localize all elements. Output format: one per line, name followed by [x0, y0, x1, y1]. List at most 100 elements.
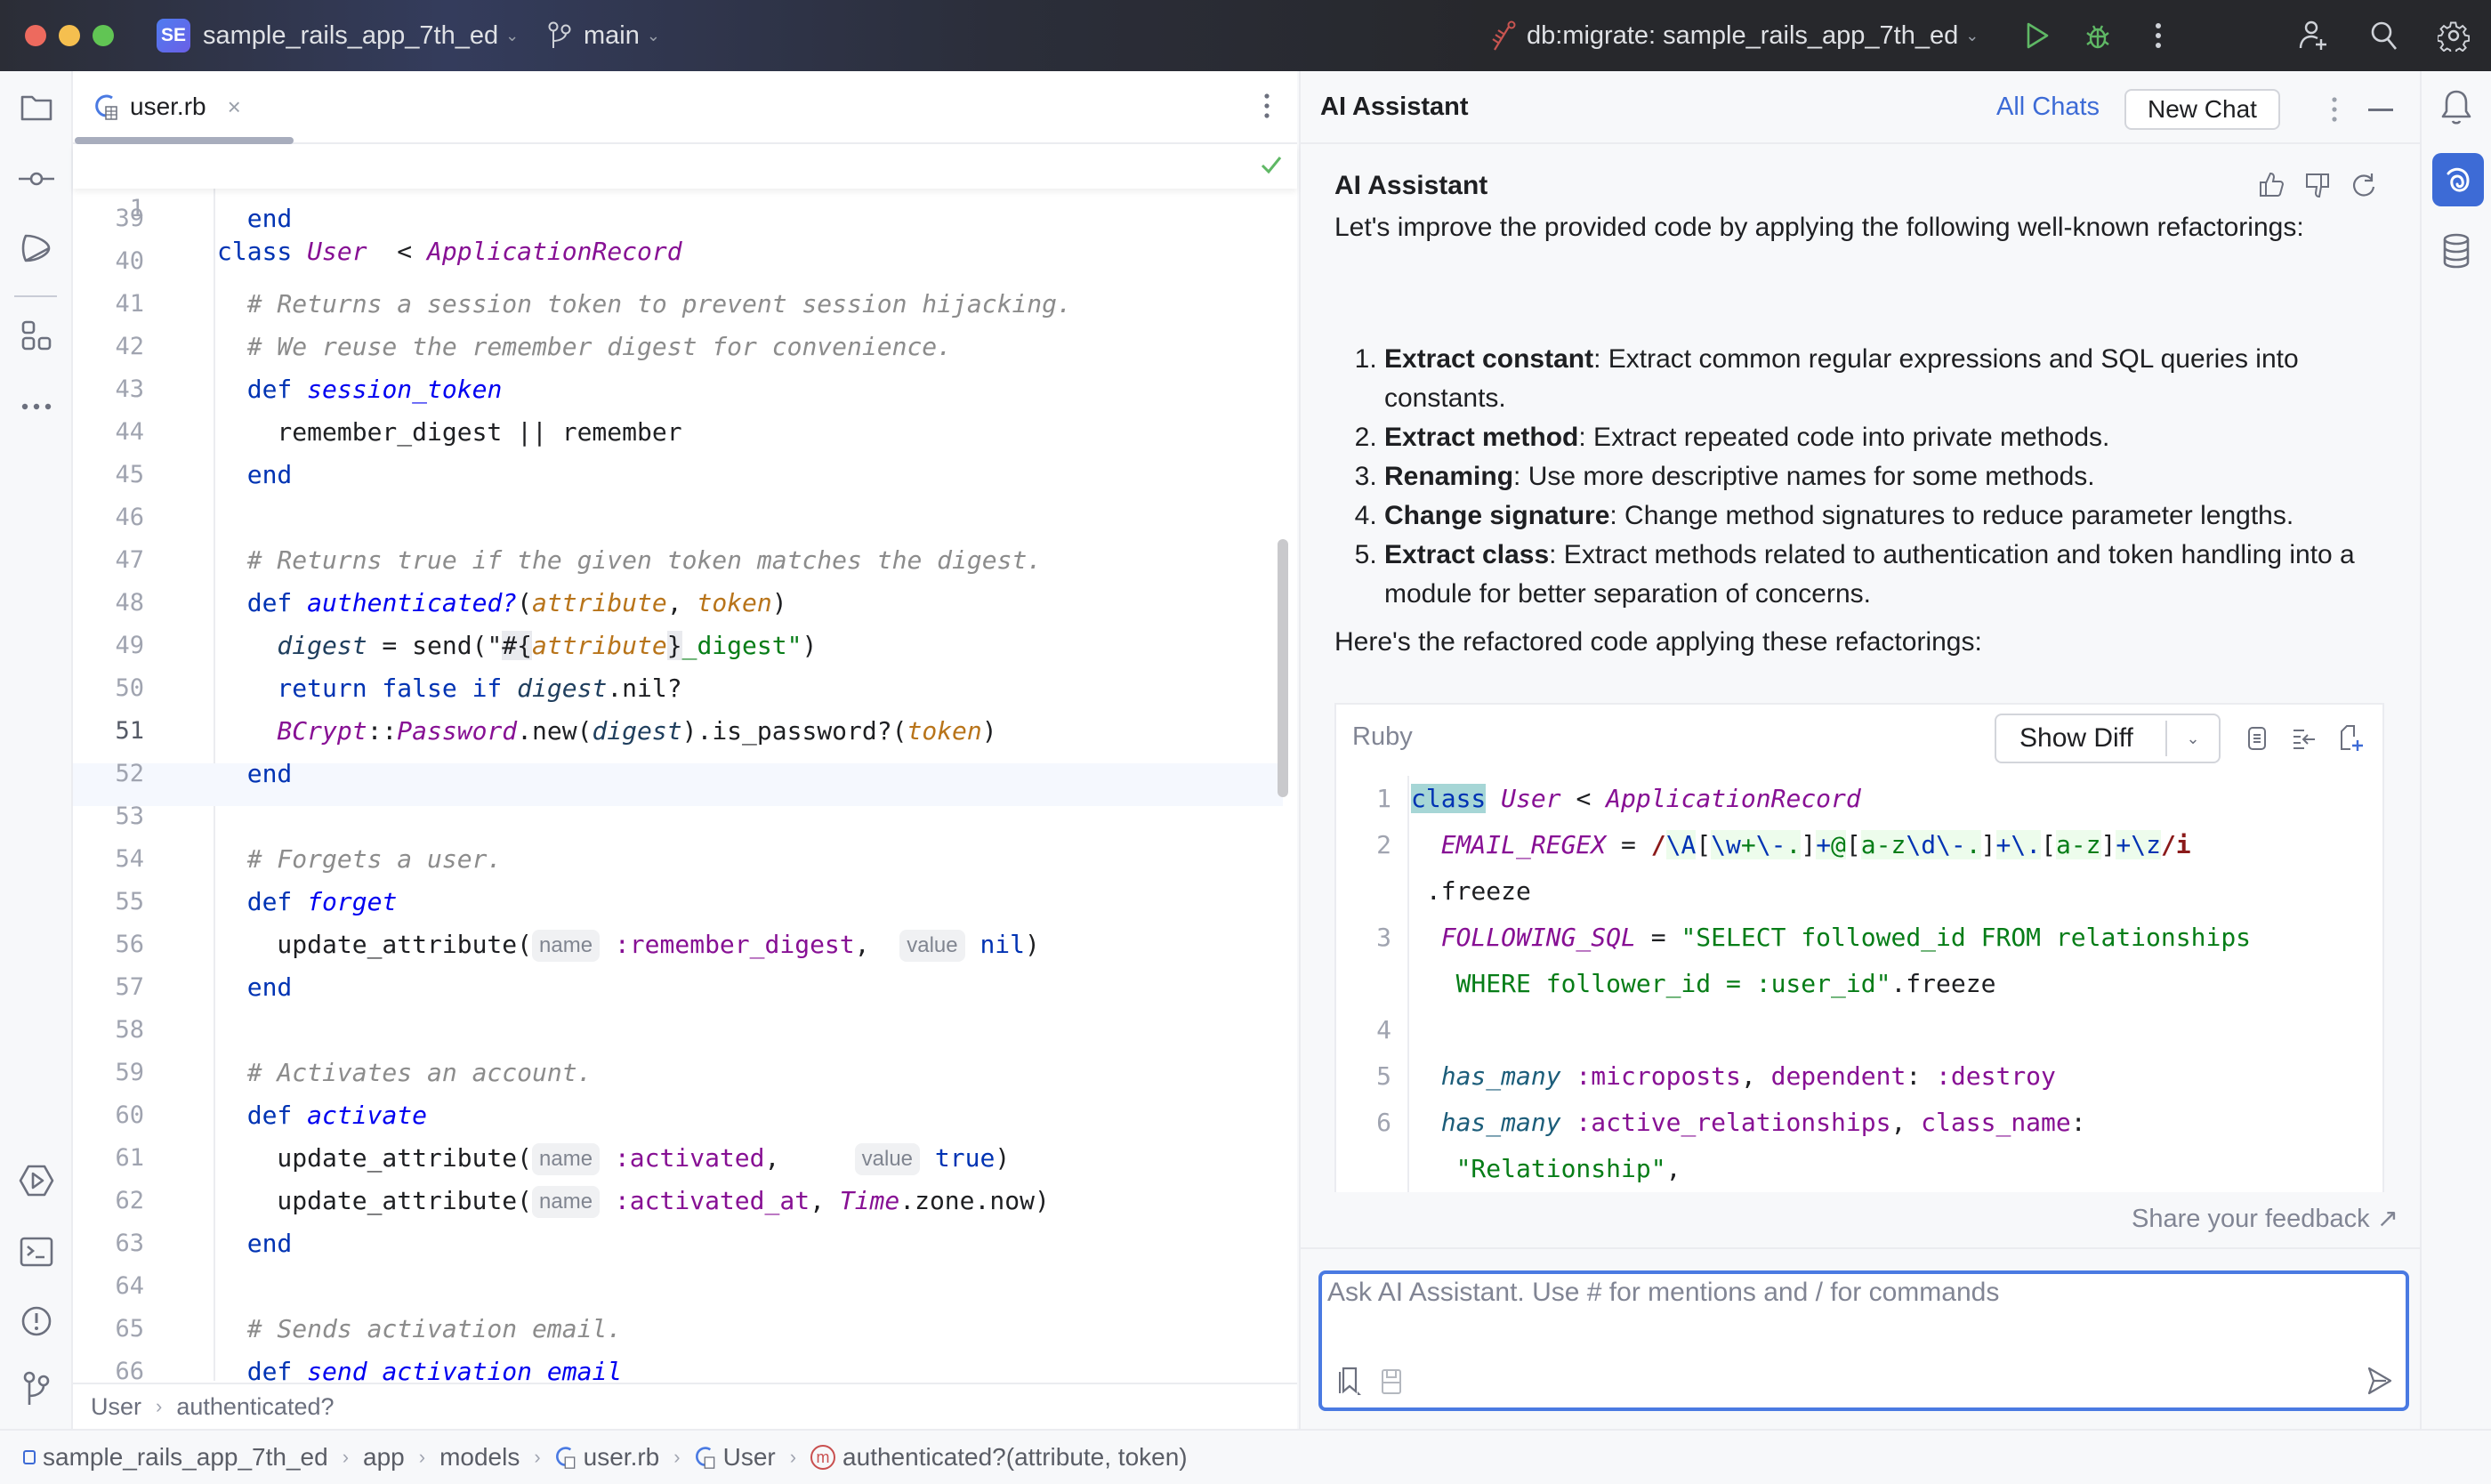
more-actions-icon[interactable]: [2142, 20, 2174, 52]
code-line[interactable]: 53: [73, 795, 1283, 838]
code-line[interactable]: 55 def forget: [73, 881, 1283, 923]
line-number[interactable]: 42: [73, 326, 144, 368]
minimize-panel-icon[interactable]: [2368, 109, 2393, 111]
line-number[interactable]: 49: [73, 625, 144, 667]
line-number[interactable]: 58: [73, 1009, 144, 1052]
add-user-icon[interactable]: [2297, 20, 2329, 52]
save-prompt-icon[interactable]: [1381, 1368, 1402, 1395]
line-number[interactable]: 43: [73, 368, 144, 411]
git-icon[interactable]: [18, 1370, 55, 1407]
line-number[interactable]: 57: [73, 966, 144, 1009]
line-number[interactable]: 44: [73, 411, 144, 454]
code-line[interactable]: 64: [73, 1265, 1283, 1308]
code-line[interactable]: 63 end: [73, 1222, 1283, 1265]
regenerate-icon[interactable]: [2350, 171, 2377, 198]
snippet-code-line[interactable]: WHERE follower_id = :user_id".freeze: [1336, 961, 2382, 1007]
snippet-code-line[interactable]: 1 class User < ApplicationRecord: [1336, 776, 2382, 822]
line-number[interactable]: 52: [73, 753, 144, 795]
code-line[interactable]: 44 remember_digest || remember: [73, 411, 1283, 454]
line-number[interactable]: 56: [73, 923, 144, 966]
line-number[interactable]: 62: [73, 1180, 144, 1222]
code-line[interactable]: 56 update_attribute(name :remember_diges…: [73, 923, 1283, 966]
more-tool-windows-icon[interactable]: [18, 388, 55, 425]
snippet-code-line[interactable]: 6 has_many :active_relationships, class_…: [1336, 1100, 2382, 1146]
code-line[interactable]: 46: [73, 496, 1283, 539]
branch-selector[interactable]: main ⌄: [548, 0, 660, 71]
send-icon[interactable]: [2366, 1367, 2393, 1395]
sticky-class-header[interactable]: 1 class User < ApplicationRecord: [73, 144, 1297, 266]
code-line[interactable]: 48 def authenticated?(attribute, token): [73, 582, 1283, 625]
line-number[interactable]: 53: [73, 795, 144, 838]
breadcrumb-models[interactable]: models: [439, 1443, 520, 1472]
code-line[interactable]: 47 # Returns true if the given token mat…: [73, 539, 1283, 582]
project-folder-icon[interactable]: [18, 89, 55, 126]
services-icon[interactable]: [18, 1162, 55, 1199]
code-line[interactable]: 43 def session_token: [73, 368, 1283, 411]
line-number[interactable]: 48: [73, 582, 144, 625]
code-line[interactable]: 60 def activate: [73, 1094, 1283, 1137]
pull-requests-icon[interactable]: [18, 230, 55, 267]
thumbs-down-icon[interactable]: [2304, 173, 2331, 199]
breadcrumb-item[interactable]: authenticated?: [176, 1393, 334, 1421]
tab-options-icon[interactable]: [1263, 93, 1270, 119]
share-feedback-link[interactable]: Share your feedback ↗: [2132, 1203, 2398, 1234]
line-number[interactable]: 60: [73, 1094, 144, 1137]
code-line[interactable]: 54 # Forgets a user.: [73, 838, 1283, 881]
snippet-code-line[interactable]: 5 has_many :microposts, dependent: :dest…: [1336, 1053, 2382, 1100]
debug-button[interactable]: [2082, 20, 2114, 52]
breadcrumb-project[interactable]: sample_rails_app_7th_ed: [43, 1443, 328, 1472]
all-chats-link[interactable]: All Chats: [1996, 93, 2100, 122]
breadcrumb-app[interactable]: app: [363, 1443, 405, 1472]
new-file-from-snippet-icon[interactable]: [2338, 724, 2365, 753]
snippet-code-line[interactable]: "Relationship",: [1336, 1146, 2382, 1192]
run-button[interactable]: [2021, 20, 2053, 52]
line-number[interactable]: 59: [73, 1052, 144, 1094]
code-line[interactable]: 51 BCrypt::Password.new(digest).is_passw…: [73, 710, 1283, 753]
line-number[interactable]: 65: [73, 1308, 144, 1351]
show-diff-button[interactable]: Show Diff: [1996, 723, 2165, 754]
ai-assistant-icon[interactable]: [2432, 153, 2484, 206]
code-line[interactable]: 49 digest = send("#{attribute}_digest"): [73, 625, 1283, 667]
notifications-icon[interactable]: [2439, 89, 2473, 126]
problems-icon[interactable]: [18, 1303, 55, 1340]
breadcrumb-file[interactable]: user.rb: [584, 1443, 660, 1472]
snippet-code-line[interactable]: 4: [1336, 1007, 2382, 1053]
code-line[interactable]: 58: [73, 1009, 1283, 1052]
minimize-window-button[interactable]: [59, 25, 80, 46]
line-number[interactable]: 51: [73, 710, 144, 753]
code-line[interactable]: 52 end: [73, 753, 1283, 795]
line-number[interactable]: 45: [73, 454, 144, 496]
line-number[interactable]: 46: [73, 496, 144, 539]
code-line[interactable]: 42 # We reuse the remember digest for co…: [73, 326, 1283, 368]
editor-vertical-scrollbar[interactable]: [1278, 539, 1288, 797]
code-line[interactable]: 57 end: [73, 966, 1283, 1009]
panel-options-icon[interactable]: [2331, 96, 2338, 123]
code-line[interactable]: 65 # Sends activation email.: [73, 1308, 1283, 1351]
code-line[interactable]: 62 update_attribute(name :activated_at, …: [73, 1180, 1283, 1222]
database-icon[interactable]: [2441, 233, 2471, 269]
close-window-button[interactable]: [25, 25, 46, 46]
breadcrumb-method[interactable]: authenticated?(attribute, token): [842, 1443, 1188, 1472]
chat-input[interactable]: [1327, 1278, 2386, 1358]
thumbs-up-icon[interactable]: [2258, 171, 2285, 198]
code-line[interactable]: 61 update_attribute(name :activated, val…: [73, 1137, 1283, 1180]
settings-gear-icon[interactable]: [2438, 20, 2470, 52]
code-line[interactable]: 50 return false if digest.nil?: [73, 667, 1283, 710]
line-number[interactable]: 47: [73, 539, 144, 582]
line-number[interactable]: 55: [73, 881, 144, 923]
project-selector[interactable]: SE sample_rails_app_7th_ed ⌄: [157, 0, 519, 71]
chevron-down-icon[interactable]: ⌄: [2167, 730, 2219, 748]
breadcrumb-item[interactable]: User: [91, 1393, 141, 1421]
copy-icon[interactable]: [2245, 726, 2269, 753]
snippet-code-line[interactable]: .freeze: [1336, 868, 2382, 915]
structure-icon[interactable]: [18, 317, 55, 354]
terminal-icon[interactable]: [18, 1233, 55, 1270]
code-line[interactable]: 45 end: [73, 454, 1283, 496]
code-line[interactable]: 41 # Returns a session token to prevent …: [73, 283, 1283, 326]
close-tab-icon[interactable]: ×: [228, 93, 241, 121]
attach-context-icon[interactable]: [1338, 1367, 1363, 1395]
insert-at-caret-icon[interactable]: [2292, 728, 2318, 751]
line-number[interactable]: 54: [73, 838, 144, 881]
maximize-window-button[interactable]: [93, 25, 114, 46]
line-number[interactable]: 63: [73, 1222, 144, 1265]
